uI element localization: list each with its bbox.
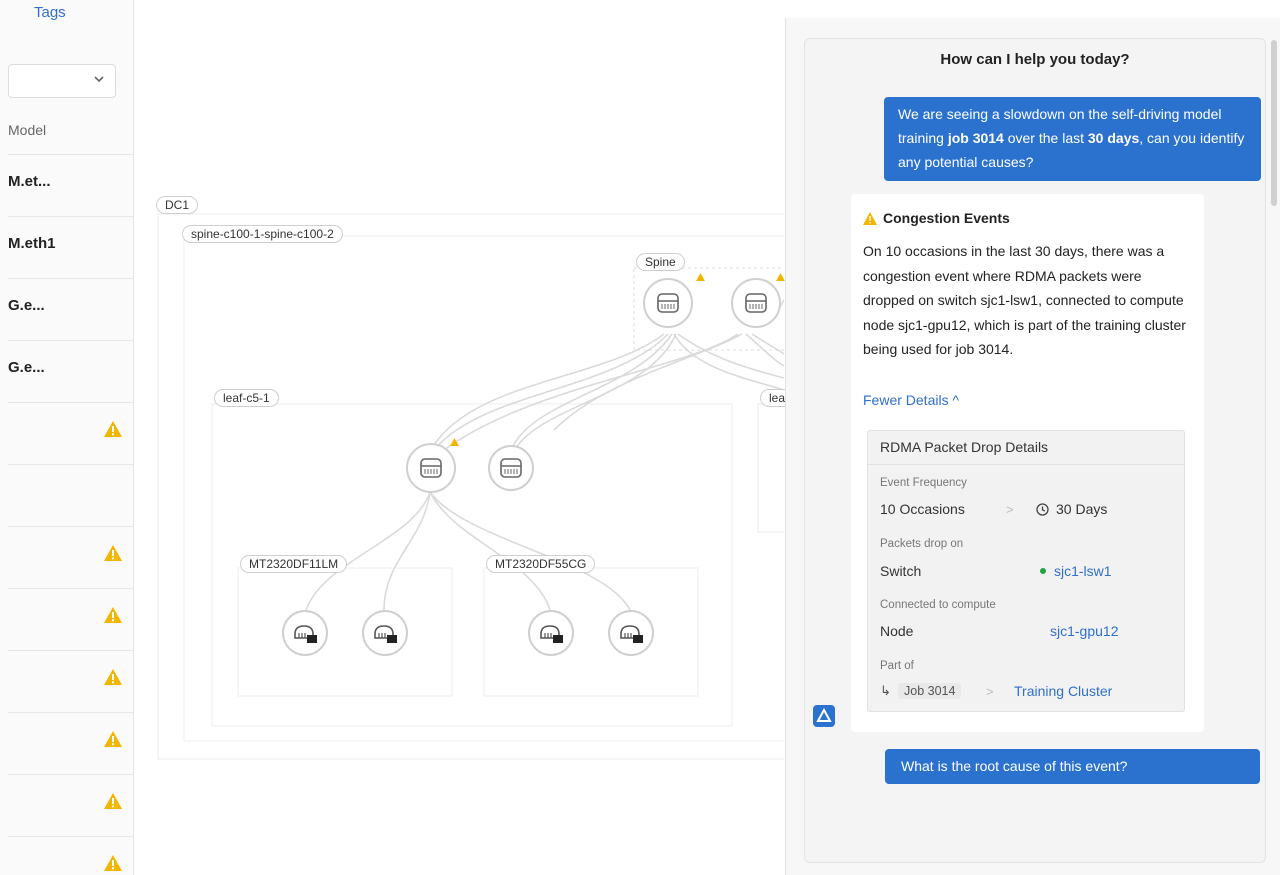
table-row[interactable] — [8, 774, 133, 836]
spine-label[interactable]: Spine — [636, 253, 685, 271]
warning-icon — [696, 273, 705, 281]
leaf-switch-node-1[interactable] — [406, 443, 456, 493]
host-group-label-2[interactable]: MT2320DF55CG — [486, 555, 596, 573]
switch-link-text[interactable]: sjc1-lsw1 — [1054, 563, 1112, 579]
connected-label: Connected to compute — [880, 599, 996, 611]
row-name: G.e... — [8, 297, 45, 314]
gpu-server-icon — [540, 625, 563, 643]
table-row[interactable]: G.e... — [8, 340, 133, 402]
user-message: We are seeing a slowdown on the self-dri… — [884, 97, 1261, 181]
gpu-host-node-3[interactable] — [528, 610, 574, 656]
warning-icon — [104, 669, 122, 685]
event-frequency-days-text: 30 Days — [1056, 501, 1108, 517]
user-message: What is the root cause of this event? — [885, 749, 1260, 784]
status-dot-icon — [1040, 568, 1046, 574]
table-row[interactable] — [8, 402, 133, 464]
fewer-details-toggle[interactable]: Fewer Details ^ — [863, 392, 959, 408]
gpu-server-icon — [374, 625, 397, 643]
table-row[interactable]: M.et... — [8, 154, 133, 216]
left-panel: Tags Model M.et... M.eth1 G.e... G.e... — [0, 0, 134, 875]
row-name: M.eth1 — [8, 235, 56, 252]
warning-icon — [104, 793, 122, 809]
warning-icon — [863, 212, 877, 225]
spine-switch-node-1[interactable] — [643, 278, 693, 328]
user-message-highlight: job 3014 — [947, 130, 1004, 146]
response-title-text: Congestion Events — [883, 210, 1010, 226]
row-name: M.et... — [8, 173, 51, 190]
rdma-details-card: RDMA Packet Drop Details Event Frequency… — [867, 430, 1185, 712]
response-body: On 10 occasions in the last 30 days, the… — [863, 243, 1186, 357]
part-of-arrow-icon: ↳ — [880, 683, 891, 698]
gpu-host-node-4[interactable] — [608, 610, 654, 656]
scrollbar[interactable] — [1271, 40, 1277, 206]
gpu-server-icon — [620, 625, 643, 643]
table-row[interactable] — [8, 712, 133, 774]
column-header-model[interactable]: Model — [8, 122, 46, 138]
host-group-label-1[interactable]: MT2320DF11LM — [240, 555, 348, 573]
assistant-panel: How can I help you today? We are seeing … — [785, 18, 1280, 875]
table-row[interactable] — [8, 650, 133, 712]
training-cluster-link[interactable]: Training Cluster — [1014, 683, 1112, 699]
chevron-right-icon: > — [986, 684, 994, 699]
packets-drop-label: Packets drop on — [880, 538, 964, 550]
chat-title: How can I help you today? — [940, 51, 1130, 68]
switch-icon — [500, 458, 522, 478]
warning-icon — [104, 607, 122, 623]
connected-value: Node — [880, 623, 914, 639]
chat-box: How can I help you today? We are seeing … — [804, 38, 1266, 863]
packets-drop-value: Switch — [880, 563, 922, 579]
spine-group-label[interactable]: spine-c100-1-spine-c100-2 — [182, 225, 343, 243]
user-message-text: over the last — [1003, 130, 1088, 146]
dc-label[interactable]: DC1 — [156, 196, 199, 214]
table-row[interactable]: G.e... — [8, 278, 133, 340]
warning-icon — [104, 731, 122, 747]
warning-icon — [104, 855, 122, 871]
gpu-host-node-1[interactable] — [282, 610, 328, 656]
chevron-right-icon: > — [1006, 502, 1014, 517]
gpu-server-icon — [294, 625, 317, 643]
job-chip[interactable]: Job 3014 — [898, 683, 962, 699]
assistant-response-card: Congestion Events On 10 occasions in the… — [851, 194, 1204, 732]
chevron-down-icon — [94, 76, 104, 83]
event-frequency-label: Event Frequency — [880, 477, 967, 489]
topology-canvas[interactable]: DC1 spine-c100-1-spine-c100-2 Spine leaf… — [134, 0, 794, 875]
switch-link[interactable]: sjc1-lsw1 — [1040, 563, 1112, 579]
node-link[interactable]: sjc1-gpu12 — [1050, 623, 1119, 639]
divider — [868, 464, 1184, 465]
event-frequency-days: 30 Days — [1036, 501, 1107, 517]
event-frequency-value: 10 Occasions — [880, 501, 965, 517]
user-message-highlight: 30 days — [1087, 130, 1140, 146]
assistant-avatar-icon — [813, 705, 835, 727]
warning-icon — [104, 421, 122, 437]
table-row[interactable] — [8, 526, 133, 588]
part-of-label: Part of — [880, 660, 914, 672]
response-title: Congestion Events — [863, 210, 1010, 226]
switch-icon — [420, 458, 442, 478]
leaf-switch-node-2[interactable] — [488, 445, 534, 491]
tags-link[interactable]: Tags — [34, 4, 66, 21]
gpu-host-node-2[interactable] — [362, 610, 408, 656]
table-row[interactable] — [8, 836, 133, 875]
filter-select[interactable] — [8, 64, 116, 98]
switch-icon — [657, 293, 679, 313]
table-row[interactable] — [8, 464, 133, 526]
details-title: RDMA Packet Drop Details — [880, 439, 1049, 455]
switch-icon — [745, 293, 767, 313]
table-row[interactable]: M.eth1 — [8, 216, 133, 278]
warning-icon — [104, 545, 122, 561]
topology-graph — [157, 213, 784, 760]
leaf-group-label[interactable]: leaf-c5-1 — [214, 389, 279, 407]
spine-switch-node-2[interactable] — [731, 278, 781, 328]
clock-icon — [1036, 503, 1049, 516]
warning-icon — [450, 438, 459, 446]
table-row[interactable] — [8, 588, 133, 650]
row-name: G.e... — [8, 359, 45, 376]
warning-icon — [776, 273, 785, 281]
